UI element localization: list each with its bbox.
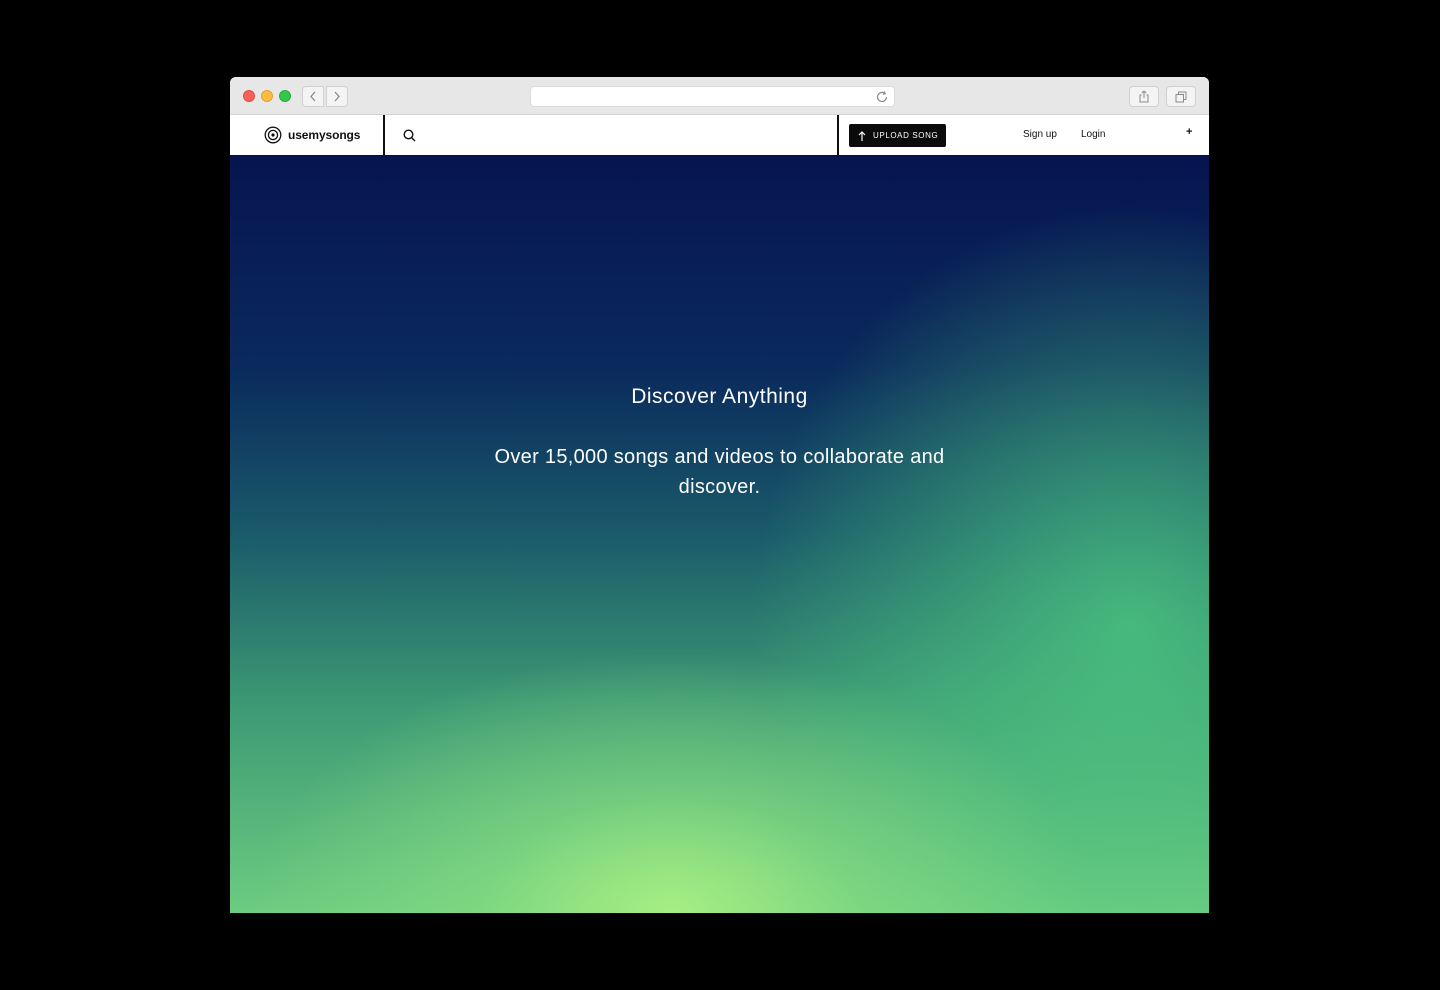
- tabs-button[interactable]: [1166, 86, 1196, 107]
- hero-title: Discover Anything: [631, 385, 808, 408]
- upload-song-label: UPLOAD SONG: [873, 131, 939, 140]
- share-button[interactable]: [1129, 86, 1159, 107]
- browser-window: usemysongs UPLOAD SONG Sign up Login + D…: [230, 77, 1209, 913]
- plus-button[interactable]: +: [1186, 126, 1192, 138]
- search-icon[interactable]: [403, 129, 416, 142]
- upload-song-button[interactable]: UPLOAD SONG: [849, 124, 946, 147]
- site-logo[interactable]: usemysongs: [264, 126, 360, 144]
- forward-icon: [334, 91, 340, 102]
- maximize-window-button[interactable]: [279, 90, 291, 102]
- hero-subtitle: Over 15,000 songs and videos to collabor…: [494, 446, 945, 498]
- forward-button[interactable]: [326, 86, 348, 107]
- address-bar[interactable]: [530, 86, 895, 107]
- share-icon: [1139, 90, 1149, 103]
- browser-titlebar: [230, 77, 1209, 115]
- login-link[interactable]: Login: [1081, 129, 1105, 140]
- minimize-window-button[interactable]: [261, 90, 273, 102]
- upload-arrow-icon: [858, 130, 866, 141]
- logo-icon: [264, 126, 282, 144]
- sign-up-link[interactable]: Sign up: [1023, 129, 1057, 140]
- back-button[interactable]: [302, 86, 324, 107]
- reload-icon[interactable]: [875, 90, 889, 104]
- header-divider: [383, 115, 385, 155]
- site-header: usemysongs UPLOAD SONG Sign up Login +: [230, 115, 1209, 156]
- back-icon: [310, 91, 316, 102]
- header-divider: [837, 115, 839, 155]
- tabs-icon: [1175, 91, 1187, 102]
- close-window-button[interactable]: [243, 90, 255, 102]
- logo-text: usemysongs: [288, 128, 361, 142]
- hero-section: Discover Anything Over 15,000 songs and …: [230, 156, 1209, 913]
